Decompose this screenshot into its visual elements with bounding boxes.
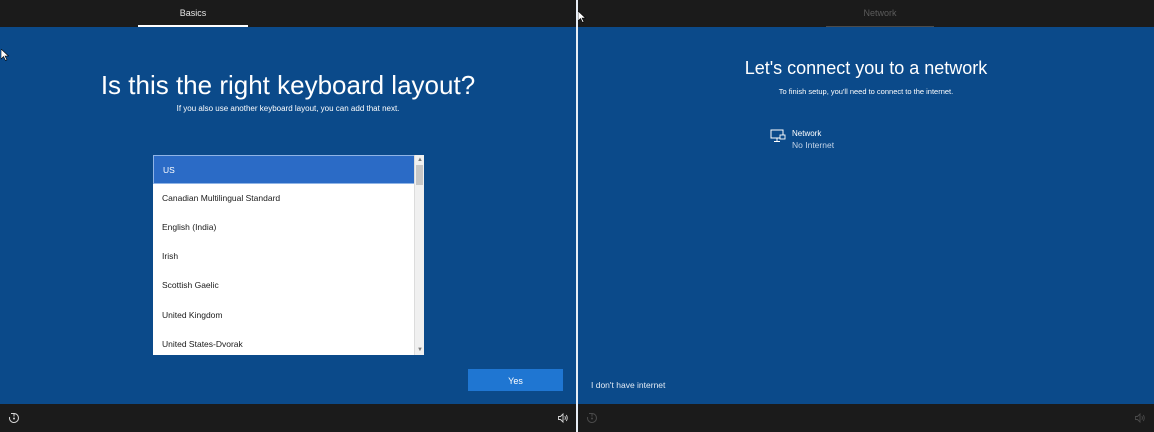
page-subtitle: To finish setup, you'll need to connect … [778,87,954,96]
network-list-item[interactable]: Network No Internet [770,127,890,155]
list-item-english-india[interactable]: English (India) [153,213,415,242]
top-bar: Network [578,0,1154,27]
bottom-bar [578,404,1154,432]
yes-button[interactable]: Yes [468,369,563,391]
volume-icon[interactable] [557,412,569,424]
keyboard-layout-list[interactable]: US Canadian Multilingual Standard Englis… [153,155,424,355]
list-item-scottish-gaelic[interactable]: Scottish Gaelic [153,271,415,300]
mouse-cursor-icon [1,49,9,61]
list-item-canadian-multilingual[interactable]: Canadian Multilingual Standard [153,184,415,213]
scroll-thumb[interactable] [416,165,423,185]
page-title: Is this the right keyboard layout? [100,70,476,100]
mouse-cursor-icon [578,11,586,23]
page-title: Let's connect you to a network [744,58,988,78]
page-subtitle: If you also use another keyboard layout,… [176,104,400,113]
scroll-down-icon[interactable]: ▼ [416,346,424,354]
list-item-united-states-dvorak[interactable]: United States-Dvorak [153,330,415,355]
network-name: Network [792,129,822,138]
list-item-irish[interactable]: Irish [153,242,415,271]
volume-icon[interactable] [1134,412,1146,424]
ease-of-access-icon[interactable] [8,412,20,424]
tab-network: Network [826,0,934,27]
keyboard-layout-screen: Basics Is this the right keyboard layout… [0,0,576,432]
wired-network-icon [770,129,786,142]
tab-basics: Basics [138,0,248,27]
no-internet-link[interactable]: I don't have internet [591,380,665,390]
network-screen: Network Let's connect you to a network T… [578,0,1154,432]
screen: Basics Is this the right keyboard layout… [0,0,1154,432]
scroll-up-icon[interactable]: ▲ [416,156,424,164]
list-item-united-kingdom[interactable]: United Kingdom [153,301,415,330]
ease-of-access-icon[interactable] [586,412,598,424]
top-bar: Basics [0,0,576,27]
list-scrollbar[interactable]: ▲ ▼ [414,155,424,355]
network-status: No Internet [792,140,835,150]
bottom-bar [0,404,576,432]
list-item-us[interactable]: US [153,155,415,184]
